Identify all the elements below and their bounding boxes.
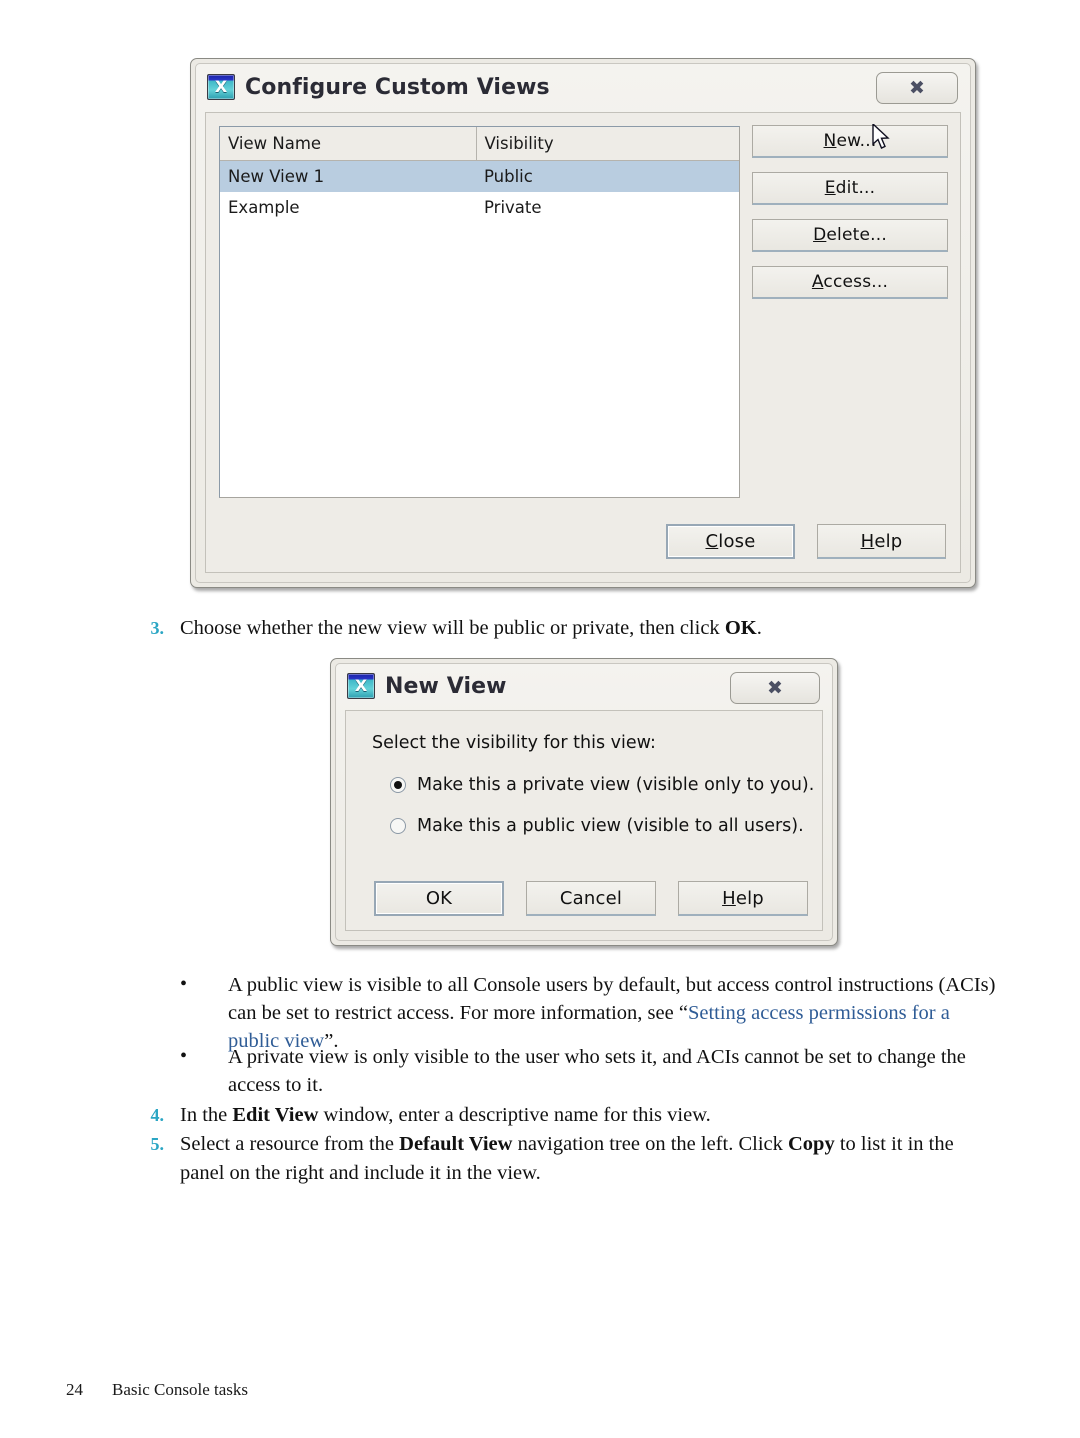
new-button[interactable]: New... [752,124,948,158]
close-icon: ✖ [767,676,783,699]
dialog-title: New View [385,673,507,699]
cell-view-name: New View 1 [220,160,476,192]
edit-button[interactable]: Edit... [752,172,948,205]
radio-label: Make this a private view (visible only t… [417,775,815,795]
bullet-marker: • [180,1045,188,1067]
dialog-titlebar: X Configure Custom Views [196,64,970,110]
page-footer: 24 Basic Console tasks [66,1380,248,1400]
bullet-marker: • [180,973,188,995]
dialog-inner-frame: X New View ✖ Select the visibility for t… [335,663,833,941]
bullet-text: A private view is only visible to the us… [228,1046,966,1096]
visibility-prompt-label: Select the visibility for this view: [372,733,656,753]
close-button[interactable]: ✖ [730,672,820,704]
ok-button[interactable]: OK [374,881,504,916]
step-number: 5. [150,1134,165,1154]
cell-visibility: Public [476,160,739,192]
x-window-icon: X [347,673,375,699]
dialog-title: Configure Custom Views [245,74,550,100]
radio-button-icon[interactable] [390,818,406,834]
radio-label: Make this a public view (visible to all … [417,816,804,836]
help-button[interactable]: Help [817,524,946,559]
close-action-button[interactable]: Close [666,524,795,559]
step-text: Choose whether the new view will be publ… [180,617,762,639]
column-header-view-name[interactable]: View Name [220,127,477,161]
step-text: Select a resource from the Default View … [180,1133,954,1184]
dialog-button-bar: OK Cancel Help [374,881,808,916]
dialog-content: View Name Visibility New View 1 Public E… [205,112,961,573]
dialog-content: Select the visibility for this view: Mak… [345,710,823,931]
table-row[interactable]: New View 1 Public [220,160,739,192]
dialog-button-bar: Close Help [666,524,946,559]
dialog-inner-frame: X Configure Custom Views ✖ View Name Vis… [195,63,971,583]
step-number: 4. [150,1105,165,1125]
radio-button-selected-icon[interactable] [390,777,406,793]
bullet-private-view: • A private view is only visible to the … [180,1043,1000,1099]
cell-visibility: Private [484,198,542,217]
x-window-icon: X [207,74,235,100]
close-button[interactable]: ✖ [876,72,958,104]
side-button-group: New... Edit... Delete... Access... [752,124,948,313]
step-number: 3. [150,618,165,638]
close-icon: ✖ [909,76,925,99]
radio-private-view[interactable]: Make this a private view (visible only t… [390,775,814,795]
new-view-dialog: X New View ✖ Select the visibility for t… [330,658,838,946]
configure-custom-views-dialog: X Configure Custom Views ✖ View Name Vis… [190,58,976,588]
table-header-row: View Name Visibility [220,127,739,161]
access-button[interactable]: Access... [752,266,948,299]
cell-view-name: Example [228,198,300,217]
views-table[interactable]: View Name Visibility New View 1 Public E… [219,126,740,498]
table-row[interactable]: Example Private [220,192,739,223]
footer-title: Basic Console tasks [112,1380,248,1399]
step-5: 5. Select a resource from the Default Vi… [130,1130,990,1188]
radio-public-view[interactable]: Make this a public view (visible to all … [390,816,804,836]
step-3: 3. Choose whether the new view will be p… [130,614,990,643]
column-header-visibility[interactable]: Visibility [476,127,739,161]
page-number: 24 [66,1380,83,1399]
delete-button[interactable]: Delete... [752,219,948,252]
cancel-button[interactable]: Cancel [526,881,656,916]
step-4: 4. In the Edit View window, enter a desc… [130,1101,990,1130]
help-button[interactable]: Help [678,881,808,916]
step-text: In the Edit View window, enter a descrip… [180,1104,711,1126]
